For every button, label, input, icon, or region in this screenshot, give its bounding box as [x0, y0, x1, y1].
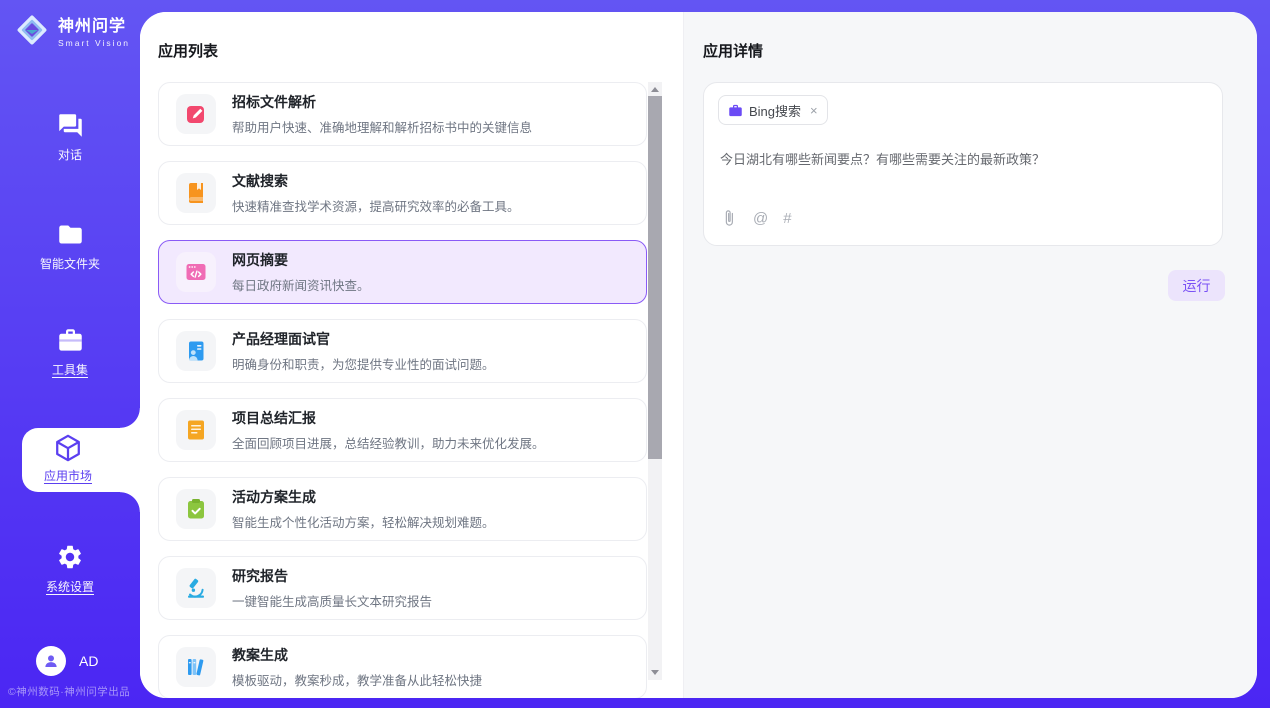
- clipboard-check-icon: [176, 489, 216, 529]
- scrollbar-thumb[interactable]: [648, 96, 662, 459]
- books-icon: [176, 647, 216, 687]
- app-card-desc: 全面回顾项目进展，总结经验教训，助力未来优化发展。: [232, 433, 545, 452]
- sidebar-item-toolset[interactable]: 工具集: [0, 327, 140, 378]
- scrollbar-up-arrow[interactable]: [651, 87, 659, 92]
- app-detail-panel: 应用详情 Bing搜索 × 今日湖北有哪些新闻要点？有哪些需要关注的最新政策？ …: [683, 12, 1257, 698]
- app-card-title: 项目总结汇报: [232, 408, 545, 428]
- app-card-event-plan[interactable]: 活动方案生成 智能生成个性化活动方案，轻松解决规划难题。: [158, 477, 647, 541]
- app-card-title: 研究报告: [232, 566, 432, 586]
- sidebar-item-label: 智能文件夹: [40, 255, 100, 272]
- gear-icon: [56, 543, 84, 571]
- webpage-code-icon: [176, 252, 216, 292]
- toolbox-icon: [57, 327, 84, 354]
- scrollbar-down-arrow[interactable]: [651, 670, 659, 675]
- sidebar-item-label: 系统设置: [46, 578, 94, 595]
- hashtag-icon[interactable]: #: [783, 211, 791, 226]
- sidebar: 神州问学 Smart Vision 对话 智能文件夹 工具集: [0, 0, 140, 708]
- prompt-editor[interactable]: Bing搜索 × 今日湖北有哪些新闻要点？有哪些需要关注的最新政策？ @ #: [703, 82, 1223, 246]
- main-panel: 应用列表 招标文件解析 帮助用户快速、准确地理解和解析招标书中的关键信息: [140, 12, 1257, 698]
- user-chip[interactable]: AD: [36, 646, 98, 676]
- app-card-desc: 快速精准查找学术资源，提高研究效率的必备工具。: [232, 196, 520, 215]
- cube-icon: [53, 433, 83, 463]
- sidebar-item-label: 工具集: [52, 361, 88, 378]
- app-card-title: 网页摘要: [232, 250, 370, 270]
- sidebar-item-settings[interactable]: 系统设置: [0, 543, 140, 595]
- sidebar-item-smart-folder[interactable]: 智能文件夹: [0, 221, 140, 272]
- brand-tagline: Smart Vision: [58, 38, 130, 48]
- query-text: 今日湖北有哪些新闻要点？有哪些需要关注的最新政策？: [720, 150, 1206, 170]
- app-card-pm-interviewer[interactable]: 产品经理面试官 明确身份和职责，为您提供专业性的面试问题。: [158, 319, 647, 383]
- mention-icon[interactable]: @: [753, 211, 768, 226]
- tag-close-icon[interactable]: ×: [810, 103, 818, 118]
- chat-icon: [57, 112, 84, 139]
- app-card-title: 产品经理面试官: [232, 329, 495, 349]
- app-card-title: 教案生成: [232, 645, 482, 665]
- brand-name: 神州问学: [58, 12, 130, 36]
- tool-tag-label: Bing搜索: [749, 101, 801, 120]
- app-card-desc: 模板驱动，教案秒成，教学准备从此轻松快捷: [232, 670, 482, 689]
- app-card-list: 招标文件解析 帮助用户快速、准确地理解和解析招标书中的关键信息 文献搜索: [158, 82, 647, 698]
- sidebar-item-label: 对话: [58, 146, 82, 163]
- app-detail-title: 应用详情: [684, 12, 1257, 61]
- list-scrollbar[interactable]: [648, 82, 662, 680]
- composer-toolbar: @ #: [720, 209, 792, 227]
- microscope-icon: [176, 568, 216, 608]
- attachment-icon[interactable]: [720, 209, 738, 227]
- app-card-tender-parse[interactable]: 招标文件解析 帮助用户快速、准确地理解和解析招标书中的关键信息: [158, 82, 647, 146]
- run-button[interactable]: 运行: [1168, 270, 1225, 301]
- person-icon: [42, 652, 60, 670]
- tool-tag-bing-search[interactable]: Bing搜索 ×: [718, 95, 828, 125]
- app-list-panel: 应用列表 招标文件解析 帮助用户快速、准确地理解和解析招标书中的关键信息: [140, 12, 683, 698]
- app-card-research-report[interactable]: 研究报告 一键智能生成高质量长文本研究报告: [158, 556, 647, 620]
- app-card-desc: 智能生成个性化活动方案，轻松解决规划难题。: [232, 512, 495, 531]
- app-card-desc: 一键智能生成高质量长文本研究报告: [232, 591, 432, 610]
- book-icon: [176, 173, 216, 213]
- app-card-desc: 每日政府新闻资讯快查。: [232, 275, 370, 294]
- app-card-webpage-summary-selected[interactable]: 网页摘要 每日政府新闻资讯快查。: [158, 240, 647, 304]
- app-card-literature-search[interactable]: 文献搜索 快速精准查找学术资源，提高研究效率的必备工具。: [158, 161, 647, 225]
- diamond-logo-icon: [14, 12, 50, 48]
- copyright-footer: ©神州数码·神州问学出品: [8, 684, 130, 699]
- app-frame: 神州问学 Smart Vision 对话 智能文件夹 工具集: [0, 0, 1270, 708]
- app-list-title: 应用列表: [140, 12, 683, 61]
- summary-note-icon: [176, 410, 216, 450]
- sidebar-item-label: 应用市场: [44, 467, 92, 484]
- folder-icon: [57, 221, 84, 248]
- app-card-title: 文献搜索: [232, 171, 520, 191]
- app-card-title: 招标文件解析: [232, 92, 532, 112]
- briefcase-icon: [728, 103, 743, 118]
- edit-document-icon: [176, 94, 216, 134]
- app-card-desc: 帮助用户快速、准确地理解和解析招标书中的关键信息: [232, 117, 532, 136]
- avatar: [36, 646, 66, 676]
- app-card-title: 活动方案生成: [232, 487, 495, 507]
- app-card-desc: 明确身份和职责，为您提供专业性的面试问题。: [232, 354, 495, 373]
- sidebar-item-app-market-active[interactable]: 应用市场: [22, 428, 140, 492]
- brand-logo: 神州问学 Smart Vision: [14, 12, 130, 48]
- interview-resume-icon: [176, 331, 216, 371]
- user-name: AD: [79, 653, 98, 669]
- sidebar-item-chat[interactable]: 对话: [0, 112, 140, 163]
- app-card-project-summary[interactable]: 项目总结汇报 全面回顾项目进展，总结经验教训，助力未来优化发展。: [158, 398, 647, 462]
- app-card-lesson-plan[interactable]: 教案生成 模板驱动，教案秒成，教学准备从此轻松快捷: [158, 635, 647, 698]
